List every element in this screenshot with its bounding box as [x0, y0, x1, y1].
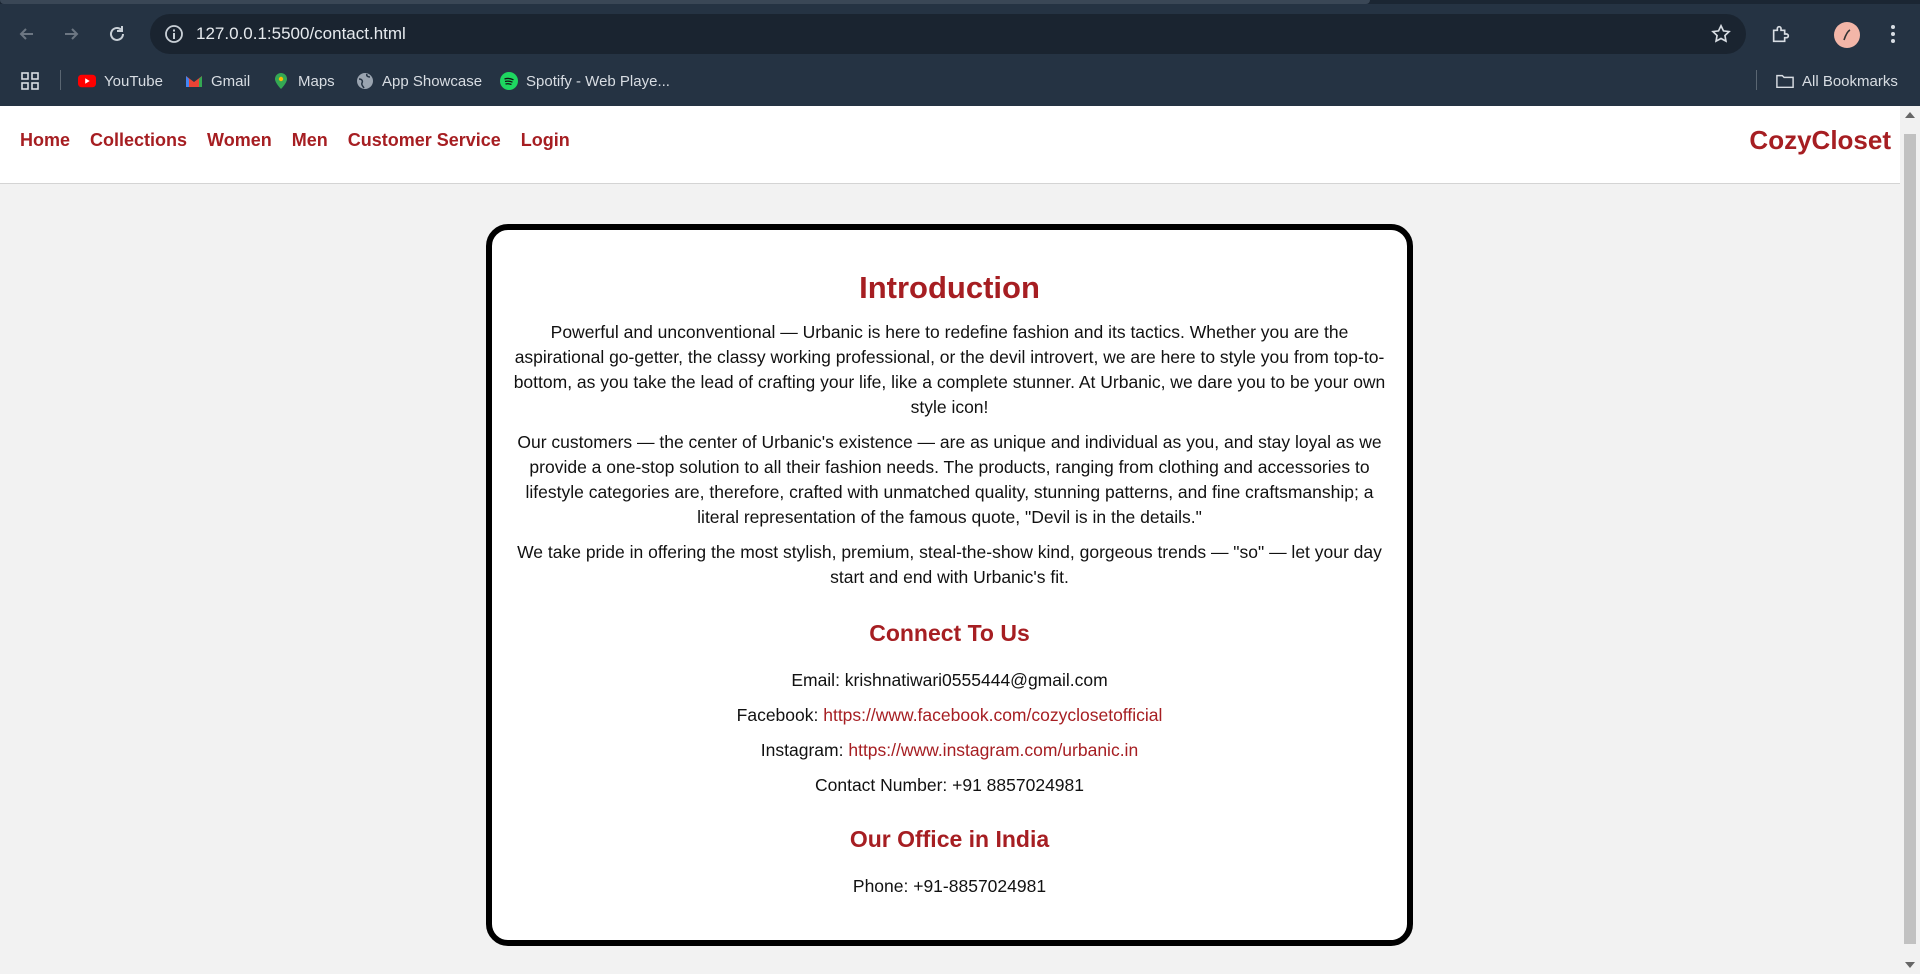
apps-grid-icon: [21, 72, 39, 90]
reload-button[interactable]: [100, 17, 134, 51]
bookmark-divider: [60, 70, 61, 90]
site-navbar: Home Collections Women Men Customer Serv…: [0, 106, 1900, 184]
profile-avatar[interactable]: [1834, 22, 1860, 48]
intro-paragraph: Powerful and unconventional — Urbanic is…: [513, 322, 1386, 417]
contact-number: Contact Number: +91 8857024981: [814, 775, 1084, 795]
email-line: Email: krishnatiwari0555444@gmail.com: [512, 669, 1387, 691]
scroll-up-arrow-icon[interactable]: [1905, 112, 1915, 118]
page: Home Collections Women Men Customer Serv…: [0, 106, 1900, 974]
all-bookmarks-button[interactable]: All Bookmarks: [1776, 68, 1898, 94]
bookmark-app-showcase[interactable]: App Showcase: [356, 68, 482, 94]
extensions-button[interactable]: [1764, 17, 1798, 51]
bookmark-label: Maps: [298, 72, 335, 90]
bookmark-youtube[interactable]: YouTube: [78, 68, 163, 94]
profile-icon: [1843, 29, 1851, 41]
bookmark-label: Spotify - Web Playe...: [526, 72, 670, 90]
nav-links: Home Collections Women Men Customer Serv…: [20, 130, 570, 151]
intro-title: Introduction: [859, 270, 1040, 305]
bookmark-spotify[interactable]: Spotify - Web Playe...: [500, 68, 670, 94]
instagram-link[interactable]: https://www.instagram.com/urbanic.in: [848, 740, 1138, 760]
bookmarks-bar: YouTube Gmail Maps App Showcase Spotify …: [0, 62, 1920, 98]
back-arrow-icon: [19, 28, 33, 40]
bookmark-gmail[interactable]: Gmail: [185, 68, 250, 94]
globe-icon: [356, 72, 374, 90]
youtube-icon: [78, 72, 96, 90]
email-label: Email:: [791, 670, 845, 690]
instagram-line: Instagram: https://www.instagram.com/urb…: [512, 739, 1387, 761]
bookmark-star-icon[interactable]: [1710, 23, 1732, 45]
intro-paragraph: Our customers — the center of Urbanic's …: [517, 432, 1382, 527]
reload-icon: [110, 26, 124, 41]
back-button[interactable]: [10, 17, 44, 51]
active-tab-edge[interactable]: [0, 0, 1370, 4]
address-bar[interactable]: 127.0.0.1:5500/contact.html: [150, 14, 1746, 54]
scroll-thumb[interactable]: [1904, 134, 1916, 944]
forward-arrow-icon: [65, 28, 79, 40]
facebook-link[interactable]: https://www.facebook.com/cozyclosetoffic…: [823, 705, 1162, 725]
connect-title: Connect To Us: [869, 620, 1030, 646]
bookmark-label: App Showcase: [382, 72, 483, 90]
instagram-label: Instagram:: [760, 740, 849, 760]
nav-men[interactable]: Men: [292, 130, 328, 151]
contact-card: Introduction Powerful and unconventional…: [486, 224, 1413, 946]
maps-icon: [272, 72, 290, 90]
nav-collections[interactable]: Collections: [90, 130, 187, 151]
bookmark-label: Gmail: [211, 72, 251, 90]
forward-button[interactable]: [54, 17, 88, 51]
browser-menu-button[interactable]: [1876, 17, 1910, 51]
nav-women[interactable]: Women: [207, 130, 272, 151]
nav-customer-service[interactable]: Customer Service: [348, 130, 501, 151]
nav-home[interactable]: Home: [20, 130, 70, 151]
facebook-line: Facebook: https://www.facebook.com/cozyc…: [512, 704, 1387, 726]
browser-toolbar: 127.0.0.1:5500/contact.html YouTube Gmai…: [0, 0, 1920, 106]
url-text[interactable]: 127.0.0.1:5500/contact.html: [196, 24, 406, 44]
brand-logo[interactable]: CozyCloset: [1749, 125, 1891, 156]
office-title: Our Office in India: [849, 826, 1050, 852]
page-scrollbar[interactable]: [1900, 106, 1920, 974]
all-bookmarks-label: All Bookmarks: [1802, 72, 1898, 90]
bookmark-label: YouTube: [104, 72, 163, 90]
office-phone: Phone: +91-8857024981: [852, 876, 1047, 896]
spotify-icon: [500, 72, 518, 90]
intro-paragraph: We take pride in offering the most styli…: [517, 542, 1382, 587]
gmail-icon: [185, 72, 203, 90]
kebab-menu-icon: [1891, 25, 1895, 43]
scroll-down-arrow-icon[interactable]: [1905, 962, 1915, 968]
folder-icon: [1776, 72, 1794, 90]
nav-login[interactable]: Login: [521, 130, 570, 151]
bookmark-divider: [1756, 70, 1757, 90]
apps-button[interactable]: [20, 68, 40, 94]
email-value: krishnatiwari0555444@gmail.com: [844, 670, 1108, 690]
facebook-label: Facebook:: [736, 705, 824, 725]
bookmark-maps[interactable]: Maps: [272, 68, 335, 94]
puzzle-icon: [1772, 25, 1790, 43]
site-info-icon[interactable]: [164, 24, 184, 44]
